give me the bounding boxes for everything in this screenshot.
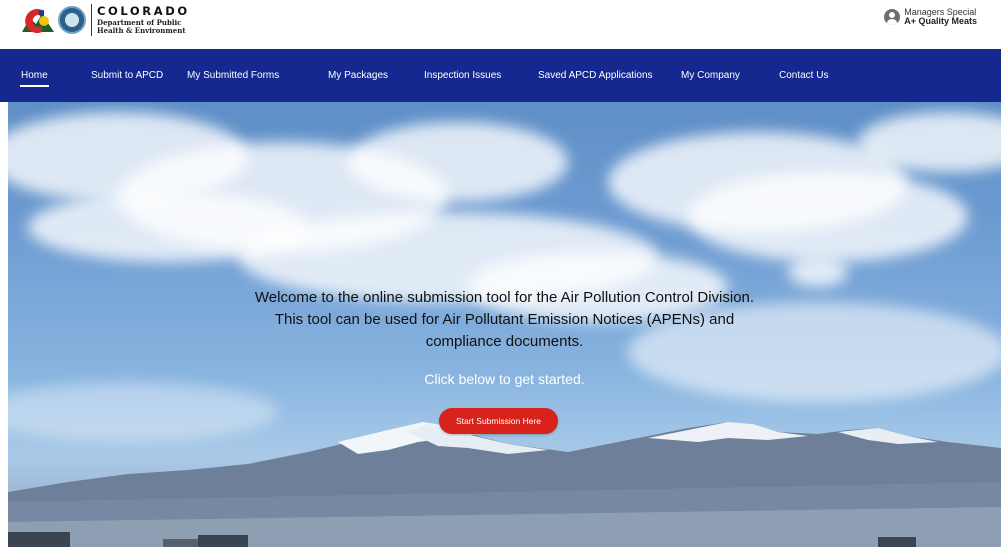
nav-inspection-issues[interactable]: Inspection Issues: [424, 70, 501, 81]
user-avatar-icon: [884, 9, 901, 26]
building-shape: [163, 539, 203, 547]
nav-my-submitted-forms[interactable]: My Submitted Forms: [187, 70, 279, 81]
nav-contact-us[interactable]: Contact Us: [779, 70, 828, 81]
user-profile-menu[interactable]: Managers Special A+ Quality Meats: [884, 7, 977, 27]
hero-banner: Welcome to the online submission tool fo…: [8, 102, 1001, 547]
site-header: COLORADO Department of Public Health & E…: [0, 0, 1001, 49]
building-shape: [878, 537, 916, 547]
hero-welcome-line-2: This tool can be used for Air Pollutant …: [274, 311, 735, 328]
cdphe-logo[interactable]: COLORADO Department of Public Health & E…: [20, 4, 190, 36]
nav-submit-to-apcd[interactable]: Submit to APCD: [91, 70, 163, 81]
start-submission-button[interactable]: Start Submission Here: [439, 408, 558, 434]
building-shape: [8, 532, 70, 547]
cdphe-seal-icon: [58, 6, 86, 34]
building-shape: [198, 535, 248, 547]
main-nav: Home Submit to APCD My Submitted Forms M…: [0, 49, 1001, 102]
user-info: Managers Special A+ Quality Meats: [904, 7, 977, 27]
hero-welcome-line-1: Welcome to the online submission tool fo…: [254, 289, 755, 306]
logo-state-name: COLORADO: [97, 3, 190, 18]
nav-my-packages[interactable]: My Packages: [328, 70, 388, 81]
logo-dept-line1: Department of Public: [97, 18, 182, 28]
logo-text: COLORADO Department of Public Health & E…: [97, 3, 190, 36]
hero-subtext: Click below to get started.: [424, 371, 585, 387]
page: COLORADO Department of Public Health & E…: [0, 0, 1001, 547]
logo-divider: [91, 4, 92, 36]
hero-welcome-line-3: compliance documents.: [425, 333, 584, 350]
nav-saved-apcd-applications[interactable]: Saved APCD Applications: [538, 70, 653, 81]
nav-my-company[interactable]: My Company: [681, 70, 740, 81]
user-company: A+ Quality Meats: [904, 16, 977, 27]
logo-dept-line2: Health & Environment: [97, 26, 186, 36]
nav-home[interactable]: Home: [20, 70, 49, 87]
colorado-c-icon: [22, 9, 54, 33]
